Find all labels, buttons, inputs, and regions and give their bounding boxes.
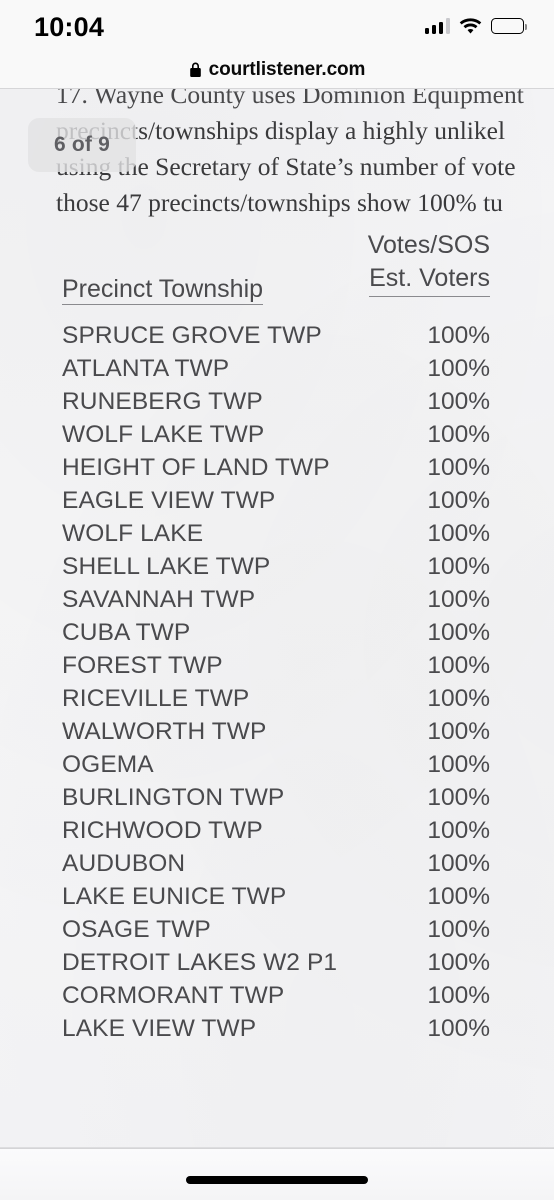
turnout-percent-cell: 100% [427, 618, 490, 646]
turnout-percent-cell: 100% [427, 453, 490, 481]
turnout-percent-cell: 100% [427, 684, 490, 712]
turnout-percent-cell: 100% [427, 519, 490, 547]
table-row: BURLINGTON TWP 100% [0, 781, 500, 814]
ios-status-bar: 10:04 [0, 0, 554, 52]
turnout-percent-cell: 100% [427, 321, 490, 349]
table-row: DETROIT LAKES W2 P1 100% [0, 946, 500, 979]
paragraph-line: those 47 precincts/townships show 100% t… [56, 188, 503, 217]
table-header: Precinct Township Votes/SOS Est. Voters [0, 229, 500, 319]
precinct-name-cell: LAKE VIEW TWP [62, 1014, 257, 1042]
table-row: SHELL LAKE TWP 100% [0, 550, 500, 583]
precinct-turnout-table: Precinct Township Votes/SOS Est. Voters … [0, 229, 500, 1045]
turnout-percent-cell: 100% [427, 717, 490, 745]
turnout-percent-cell: 100% [427, 552, 490, 580]
cellular-signal-icon [424, 18, 450, 34]
precinct-name-cell: SPRUCE GROVE TWP [62, 321, 322, 349]
next-page-gap [0, 1149, 554, 1200]
precinct-name-cell: ATLANTA TWP [62, 354, 230, 382]
turnout-percent-cell: 100% [427, 354, 490, 382]
precinct-name-cell: BURLINGTON TWP [62, 783, 285, 811]
table-row: AUDUBON 100% [0, 847, 500, 880]
turnout-percent-cell: 100% [427, 1014, 490, 1042]
home-indicator[interactable] [186, 1176, 368, 1184]
table-row: RICHWOOD TWP 100% [0, 814, 500, 847]
precinct-name-cell: FOREST TWP [62, 651, 223, 679]
column-header-votes-line2: Est. Voters [369, 262, 490, 297]
precinct-name-cell: OSAGE TWP [62, 915, 211, 943]
turnout-percent-cell: 100% [427, 882, 490, 910]
table-row: CUBA TWP 100% [0, 616, 500, 649]
table-row: FOREST TWP 100% [0, 649, 500, 682]
table-row: OGEMA 100% [0, 748, 500, 781]
turnout-percent-cell: 100% [427, 981, 490, 1009]
column-header-votes-line1: Votes/SOS [367, 231, 490, 259]
turnout-percent-cell: 100% [427, 420, 490, 448]
table-body: SPRUCE GROVE TWP 100% ATLANTA TWP 100% RUNEB… [0, 319, 500, 1045]
pdf-page: 17. Wayne County uses Dominion Equipment… [0, 89, 554, 1152]
safari-url-bar[interactable]: courtlistener.com [0, 52, 554, 88]
table-row: HEIGHT OF LAND TWP 100% [0, 451, 500, 484]
turnout-percent-cell: 100% [427, 750, 490, 778]
precinct-name-cell: RICHWOOD TWP [62, 816, 263, 844]
turnout-percent-cell: 100% [427, 915, 490, 943]
table-row: WALWORTH TWP 100% [0, 715, 500, 748]
turnout-percent-cell: 100% [427, 849, 490, 877]
padlock-icon [189, 62, 202, 78]
precinct-name-cell: CORMORANT TWP [62, 981, 285, 1009]
url-text: courtlistener.com [208, 59, 366, 80]
status-bar-indicators [424, 17, 528, 35]
turnout-percent-cell: 100% [427, 585, 490, 613]
url-bar-content: courtlistener.com [189, 59, 366, 81]
turnout-percent-cell: 100% [427, 816, 490, 844]
table-row: SPRUCE GROVE TWP 100% [0, 319, 500, 352]
precinct-name-cell: WOLF LAKE TWP [62, 420, 265, 448]
table-row: RICEVILLE TWP 100% [0, 682, 500, 715]
precinct-name-cell: CUBA TWP [62, 618, 191, 646]
column-header-precinct: Precinct Township [62, 275, 264, 305]
table-row: WOLF LAKE TWP 100% [0, 418, 500, 451]
precinct-name-cell: EAGLE VIEW TWP [62, 486, 276, 514]
turnout-percent-cell: 100% [427, 651, 490, 679]
precinct-name-cell: HEIGHT OF LAND TWP [62, 453, 330, 481]
precinct-name-cell: WOLF LAKE [62, 519, 204, 547]
table-row: CORMORANT TWP 100% [0, 979, 500, 1012]
turnout-percent-cell: 100% [427, 948, 490, 976]
turnout-percent-cell: 100% [427, 387, 490, 415]
table-row: SAVANNAH TWP 100% [0, 583, 500, 616]
wifi-icon [459, 17, 482, 35]
paragraph-line: 17. Wayne County uses Dominion Equipment [56, 89, 524, 109]
table-row: LAKE EUNICE TWP 100% [0, 880, 500, 913]
turnout-percent-cell: 100% [427, 486, 490, 514]
table-row: RUNEBERG TWP 100% [0, 385, 500, 418]
precinct-name-cell: RUNEBERG TWP [62, 387, 263, 415]
precinct-name-cell: SAVANNAH TWP [62, 585, 256, 613]
precinct-name-cell: LAKE EUNICE TWP [62, 882, 287, 910]
column-header-votes: Votes/SOS Est. Voters [368, 229, 490, 297]
turnout-percent-cell: 100% [427, 783, 490, 811]
precinct-name-cell: SHELL LAKE TWP [62, 552, 271, 580]
table-row: WOLF LAKE 100% [0, 517, 500, 550]
table-row: LAKE VIEW TWP 100% [0, 1012, 500, 1045]
precinct-name-cell: RICEVILLE TWP [62, 684, 250, 712]
table-row: ATLANTA TWP 100% [0, 352, 500, 385]
pdf-document-viewport[interactable]: 17. Wayne County uses Dominion Equipment… [0, 89, 554, 1152]
precinct-name-cell: AUDUBON [62, 849, 186, 877]
precinct-name-cell: DETROIT LAKES W2 P1 [62, 948, 338, 976]
battery-icon [491, 18, 528, 34]
precinct-name-cell: OGEMA [62, 750, 154, 778]
status-bar-clock: 10:04 [34, 11, 105, 42]
iphone-screen: 10:04 courtlistener.com 17. Wayne County… [0, 0, 554, 1200]
precinct-name-cell: WALWORTH TWP [62, 717, 267, 745]
page-indicator-badge: 6 of 9 [28, 118, 136, 172]
table-row: EAGLE VIEW TWP 100% [0, 484, 500, 517]
table-row: OSAGE TWP 100% [0, 913, 500, 946]
